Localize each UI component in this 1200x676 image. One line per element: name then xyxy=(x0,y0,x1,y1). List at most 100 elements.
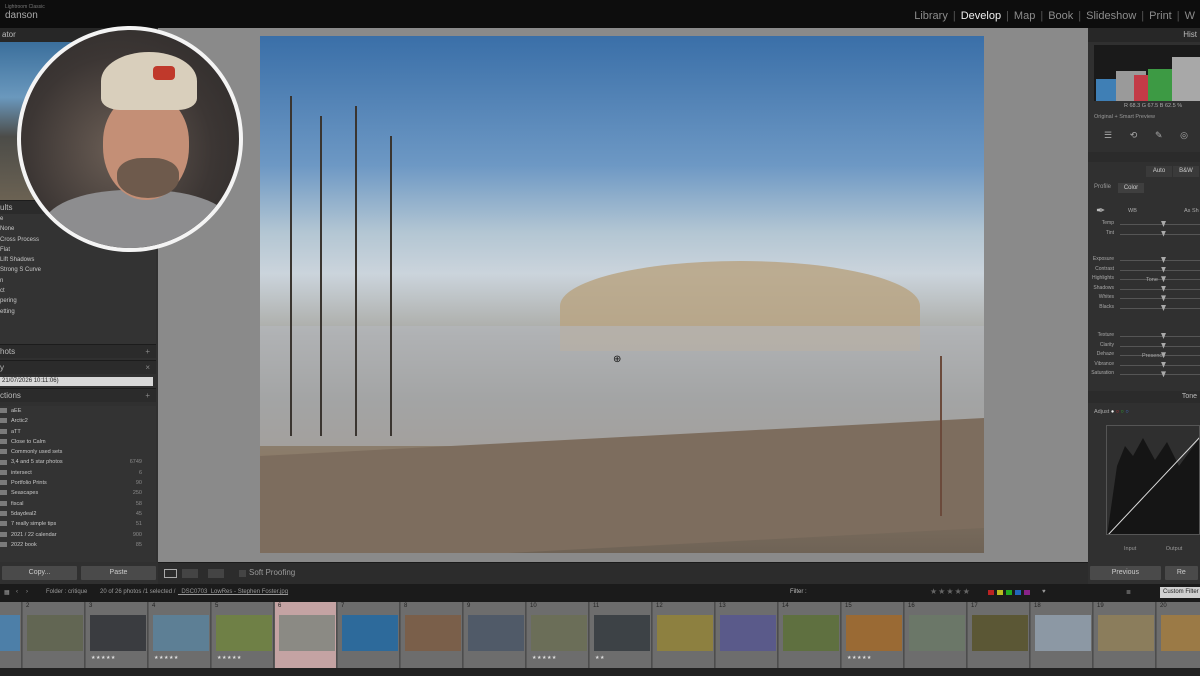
filmstrip-cell[interactable]: 5 ★★★★★ xyxy=(212,602,274,668)
slider-track[interactable] xyxy=(1120,269,1200,271)
thumbnail-image[interactable] xyxy=(909,615,965,651)
filmstrip-cell[interactable]: 10 ★★★★★ xyxy=(527,602,589,668)
healing-icon[interactable]: ✎ xyxy=(1155,130,1163,141)
collection-item[interactable]: 3,4 and 5 star photos 6749 xyxy=(0,457,156,467)
filmstrip-cell[interactable]: 19 xyxy=(1094,602,1156,668)
loupe-view-icon[interactable] xyxy=(164,569,177,578)
thumbnail-image[interactable] xyxy=(594,615,650,651)
module-w[interactable]: W xyxy=(1180,10,1200,22)
add-collection-icon[interactable]: + xyxy=(145,389,150,403)
collection-item[interactable]: fiscal 58 xyxy=(0,499,156,509)
slider-track[interactable] xyxy=(1120,233,1200,235)
custom-filter-select[interactable]: Custom Filter xyxy=(1160,587,1200,598)
rating-filter[interactable]: ★★★★★ xyxy=(930,587,971,596)
filmstrip-cell[interactable]: 2 xyxy=(23,602,85,668)
green-label-filter[interactable] xyxy=(1006,590,1012,595)
snapshots-header[interactable]: hots + xyxy=(0,344,156,358)
previous-button[interactable]: Previous xyxy=(1090,566,1161,580)
filmstrip-cell[interactable]: 13 xyxy=(716,602,778,668)
preset-item[interactable]: Strong S Curve xyxy=(0,265,156,275)
edit-sliders-icon[interactable]: ☰ xyxy=(1104,130,1112,141)
filmstrip-cell[interactable]: 20 xyxy=(1157,602,1200,668)
filmstrip-cell[interactable]: 8 xyxy=(401,602,463,668)
tone-curve-header[interactable]: Tone xyxy=(1088,391,1200,403)
filter-lock-icon[interactable]: ♥ xyxy=(1042,589,1046,595)
preset-item[interactable]: Lift Shadows xyxy=(0,255,156,265)
thumbnail-image[interactable] xyxy=(531,615,587,651)
paste-button[interactable]: Paste xyxy=(81,566,156,580)
filmstrip-cell[interactable]: 7 xyxy=(338,602,400,668)
tone-curve[interactable] xyxy=(1106,425,1200,535)
back-arrow-icon[interactable]: ‹ xyxy=(16,589,18,595)
thumbnail-image[interactable] xyxy=(0,615,20,651)
add-snapshot-icon[interactable]: + xyxy=(145,345,150,359)
collection-item[interactable]: aTT xyxy=(0,427,156,437)
slider-track[interactable] xyxy=(1120,288,1200,290)
clear-history-icon[interactable]: × xyxy=(145,361,150,375)
filmstrip-cell[interactable]: 12 xyxy=(653,602,715,668)
filmstrip-cell[interactable]: 6 xyxy=(275,602,337,668)
blue-label-filter[interactable] xyxy=(1015,590,1021,595)
slider-track[interactable] xyxy=(1120,224,1200,225)
crop-icon[interactable]: ⟲ xyxy=(1130,130,1138,141)
filmstrip-cell[interactable]: 18 xyxy=(1031,602,1093,668)
thumbnail-image[interactable] xyxy=(783,615,839,651)
thumbnail-image[interactable] xyxy=(216,615,272,651)
history-header[interactable]: y × xyxy=(0,360,156,374)
collection-item[interactable]: Arctic2 xyxy=(0,416,156,426)
file-name[interactable]: _DSC0703_LowRes - Stephen Foster.jpg xyxy=(178,589,288,595)
auto-button[interactable]: Auto xyxy=(1146,166,1172,177)
collection-item[interactable]: intersect 6 xyxy=(0,468,156,478)
module-library[interactable]: Library xyxy=(909,10,953,22)
thumbnail-image[interactable] xyxy=(153,615,209,651)
forward-arrow-icon[interactable]: › xyxy=(26,589,28,595)
thumbnail-image[interactable] xyxy=(1098,615,1154,651)
collection-item[interactable]: 5daydeal2 45 xyxy=(0,509,156,519)
collection-item[interactable]: Close to Calm xyxy=(0,437,156,447)
preset-item[interactable]: etting xyxy=(0,307,156,317)
profile-select[interactable]: Color xyxy=(1118,183,1144,193)
copy-button[interactable]: Copy... xyxy=(2,566,77,580)
filmstrip-cell[interactable]: 15 ★★★★★ xyxy=(842,602,904,668)
collection-item[interactable]: Seascapes 250 xyxy=(0,488,156,498)
thumbnail-image[interactable] xyxy=(1035,615,1091,651)
basic-panel-header[interactable] xyxy=(1088,152,1200,162)
preset-item[interactable]: n xyxy=(0,276,156,286)
module-develop[interactable]: Develop xyxy=(956,10,1006,22)
reset-button[interactable]: Re xyxy=(1164,566,1198,580)
red-label-filter[interactable] xyxy=(988,590,994,595)
collections-header[interactable]: ctions + xyxy=(0,388,156,402)
channel-red-icon[interactable]: ○ xyxy=(1116,409,1119,415)
slider-track[interactable] xyxy=(1120,345,1200,347)
filmstrip-cell[interactable]: 9 xyxy=(464,602,526,668)
module-print[interactable]: Print xyxy=(1144,10,1177,22)
collection-item[interactable]: Commonly used sets xyxy=(0,447,156,457)
channel-blue-icon[interactable]: ○ xyxy=(1125,409,1128,415)
channel-green-icon[interactable]: ○ xyxy=(1121,409,1124,415)
filmstrip-cell[interactable] xyxy=(0,602,22,668)
slider-track[interactable] xyxy=(1120,298,1200,300)
slider-track[interactable] xyxy=(1120,374,1200,376)
preset-item[interactable]: pering xyxy=(0,296,156,306)
preset-item[interactable]: ct xyxy=(0,286,156,296)
filmstrip-cell[interactable]: 14 xyxy=(779,602,841,668)
collection-item[interactable]: 2022 book 85 xyxy=(0,540,156,550)
collection-item[interactable]: 2021 / 22 calendar 900 xyxy=(0,530,156,540)
thumbnail-image[interactable] xyxy=(846,615,902,651)
wb-select[interactable]: As Sh xyxy=(1184,208,1199,214)
module-map[interactable]: Map xyxy=(1009,10,1040,22)
compare-view-icon[interactable] xyxy=(182,569,198,578)
histogram-header[interactable]: Hist xyxy=(1088,28,1200,42)
collection-item[interactable]: Portfolio Prints 90 xyxy=(0,478,156,488)
module-book[interactable]: Book xyxy=(1043,10,1078,22)
thumbnail-image[interactable] xyxy=(657,615,713,651)
filmstrip-cell[interactable]: 16 xyxy=(905,602,967,668)
eyedropper-icon[interactable]: ✒ xyxy=(1096,204,1105,217)
slider-track[interactable] xyxy=(1120,364,1200,366)
thumbnail-image[interactable] xyxy=(342,615,398,651)
thumbnail-image[interactable] xyxy=(279,615,335,651)
redeye-icon[interactable]: ◎ xyxy=(1180,130,1188,141)
filmstrip-cell[interactable]: 11 ★★ xyxy=(590,602,652,668)
yellow-label-filter[interactable] xyxy=(997,590,1003,595)
collection-item[interactable]: 7 really simple tips 51 xyxy=(0,519,156,529)
